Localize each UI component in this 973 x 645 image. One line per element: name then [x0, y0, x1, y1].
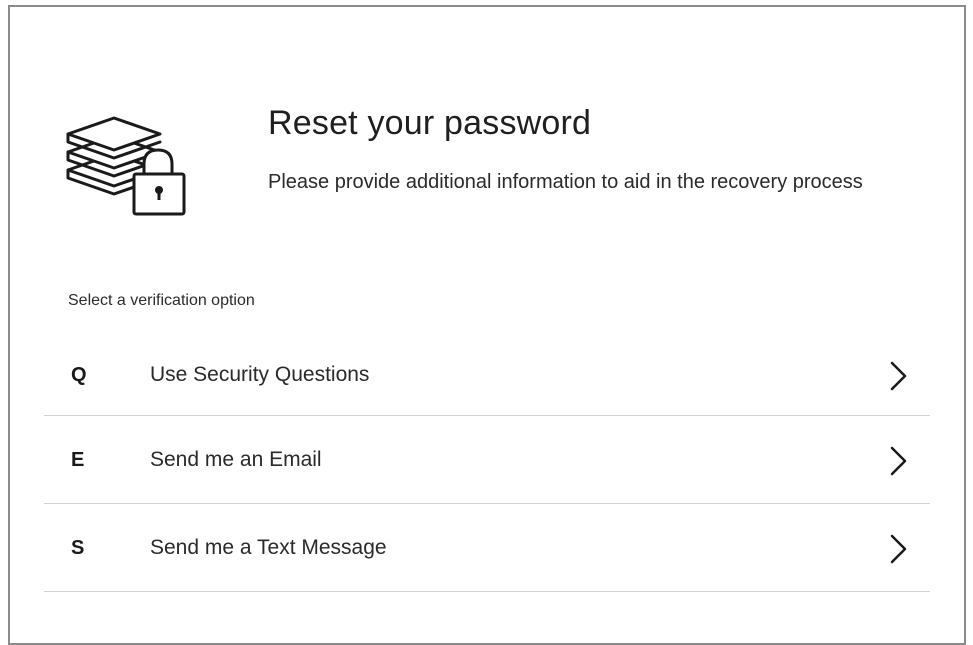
- page-subtitle: Please provide additional information to…: [268, 171, 863, 193]
- option-shortcut-key: S: [71, 537, 85, 559]
- option-email[interactable]: E Send me an Email: [44, 416, 930, 504]
- verification-option-list: Q Use Security Questions E Send me an Em…: [44, 331, 930, 592]
- chevron-right-icon: [890, 361, 908, 391]
- option-label: Send me a Text Message: [150, 536, 387, 559]
- page-title: Reset your password: [268, 104, 592, 142]
- option-security-questions[interactable]: Q Use Security Questions: [44, 331, 930, 416]
- verification-option-label: Select a verification option: [68, 292, 255, 309]
- option-shortcut-key: Q: [71, 364, 87, 386]
- option-text-message[interactable]: S Send me a Text Message: [44, 504, 930, 592]
- option-label: Use Security Questions: [150, 363, 370, 386]
- option-shortcut-key: E: [71, 449, 85, 471]
- layers-lock-icon: [60, 106, 192, 224]
- option-label: Send me an Email: [150, 448, 322, 471]
- chevron-right-icon: [890, 446, 908, 476]
- chevron-right-icon: [890, 534, 908, 564]
